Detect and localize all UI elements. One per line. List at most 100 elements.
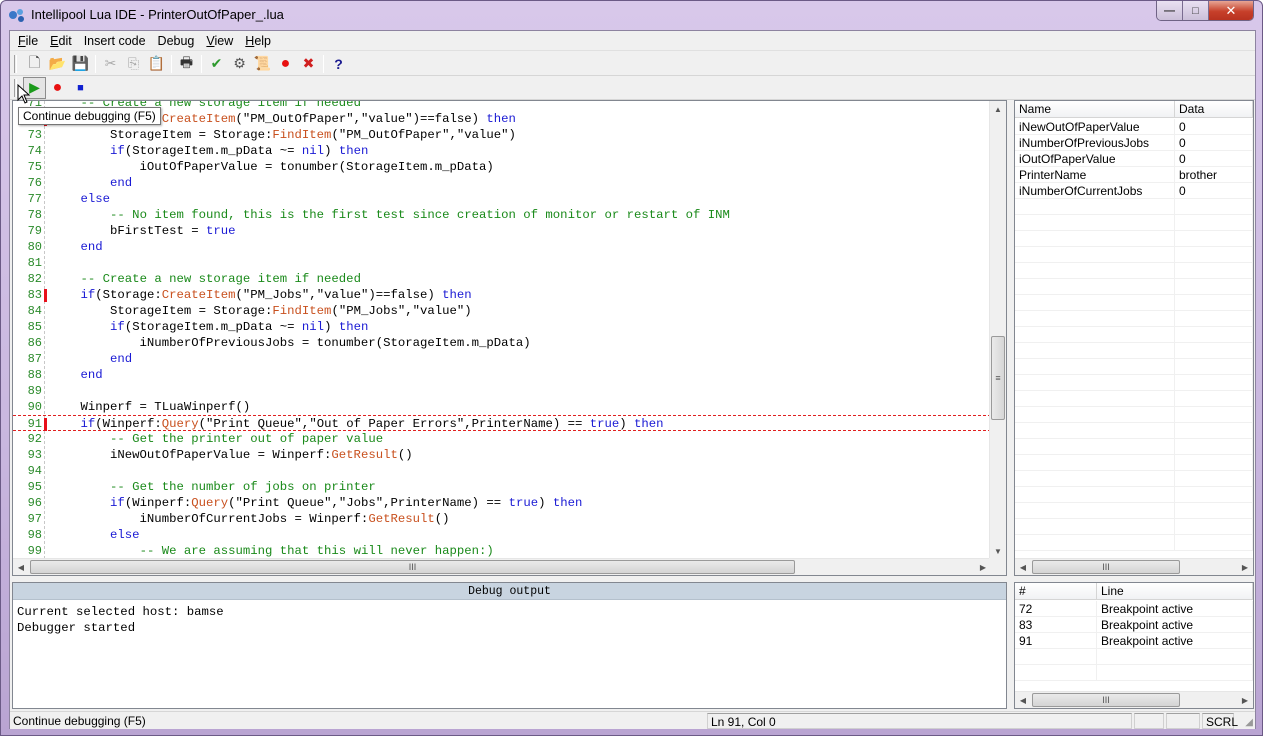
breakpoints-panel[interactable]: # Line 72 Breakpoint active 83 Breakpoint act…: [1014, 582, 1254, 709]
scroll-up-arrow-icon[interactable]: ▲: [990, 101, 1006, 117]
code-line[interactable]: 87 end: [13, 351, 991, 367]
scroll-right-arrow-icon[interactable]: ▶: [1237, 559, 1253, 575]
watch-row[interactable]: iNumberOfPreviousJobs 0: [1015, 135, 1253, 151]
maximize-button[interactable]: □: [1183, 1, 1209, 20]
copy-button[interactable]: ⎘: [122, 53, 145, 75]
code-line[interactable]: 80 end: [13, 239, 991, 255]
breakpoints-horizontal-scrollbar[interactable]: ◀ III ▶: [1015, 691, 1253, 708]
line-number: 97: [27, 512, 42, 526]
breakpoints-column-line[interactable]: Line: [1097, 583, 1253, 599]
minimize-button[interactable]: —: [1157, 1, 1183, 20]
code-line[interactable]: 83 if(Storage:CreateItem("PM_Jobs","valu…: [13, 287, 991, 303]
editor-vertical-scroll-thumb[interactable]: ≡: [991, 336, 1005, 420]
menu-edit[interactable]: Edit: [44, 31, 78, 51]
close-button[interactable]: ✕: [1209, 1, 1253, 20]
watch-cell: [1175, 215, 1253, 230]
code-line[interactable]: 84 StorageItem = Storage:FindItem("PM_Jo…: [13, 303, 991, 319]
watch-row: [1015, 215, 1253, 231]
editor-horizontal-scroll-thumb[interactable]: III: [30, 560, 795, 574]
code-line[interactable]: 99 -- We are assuming that this will nev…: [13, 543, 991, 559]
watch-row[interactable]: iNewOutOfPaperValue 0: [1015, 119, 1253, 135]
gear-button[interactable]: ⚙: [228, 53, 251, 75]
watch-row[interactable]: PrinterName brother: [1015, 167, 1253, 183]
watch-cell: [1015, 503, 1175, 518]
resize-grip-icon[interactable]: ◢: [1245, 717, 1253, 728]
code-line[interactable]: 77 else: [13, 191, 991, 207]
breakpoint-marker[interactable]: [44, 418, 47, 431]
scroll-left-arrow-icon[interactable]: ◀: [13, 559, 29, 575]
code-token: ): [324, 144, 339, 158]
code-line[interactable]: 81: [13, 255, 991, 271]
scroll-right-arrow-icon[interactable]: ▶: [1237, 692, 1253, 708]
script-button[interactable]: 📜: [251, 53, 274, 75]
stop-button[interactable]: ■: [69, 77, 92, 99]
paste-button[interactable]: 📋: [145, 53, 168, 75]
code-editor[interactable]: 71 -- Create a new storage item if neede…: [12, 100, 1007, 576]
watch-row[interactable]: iOutOfPaperValue 0: [1015, 151, 1253, 167]
breakpoint-marker[interactable]: [44, 289, 47, 302]
code-line[interactable]: 76 end: [13, 175, 991, 191]
app-logo-icon: [9, 9, 24, 22]
grip-icon: ≡: [995, 373, 1001, 383]
code-line[interactable]: 86 iNumberOfPreviousJobs = tonumber(Stor…: [13, 335, 991, 351]
code-line[interactable]: 79 bFirstTest = true: [13, 223, 991, 239]
code-line[interactable]: 91 if(Winperf:Query("Print Queue","Out o…: [13, 415, 991, 431]
new-file-button[interactable]: 🗋: [23, 53, 46, 75]
print-button[interactable]: 🖶: [175, 53, 198, 75]
breakpoints-horizontal-scroll-thumb[interactable]: III: [1032, 693, 1180, 707]
editor-vertical-scrollbar[interactable]: ▲ ≡ ▼: [989, 101, 1006, 559]
scroll-down-arrow-icon[interactable]: ▼: [990, 543, 1006, 559]
code-line[interactable]: 85 if(StorageItem.m_pData ~= nil) then: [13, 319, 991, 335]
code-line[interactable]: 96 if(Winperf:Query("Print Queue","Jobs"…: [13, 495, 991, 511]
save-button[interactable]: 💾: [69, 53, 92, 75]
watch-row[interactable]: iNumberOfCurrentJobs 0: [1015, 183, 1253, 199]
toolbar-grip[interactable]: [14, 54, 17, 73]
code-line[interactable]: 89: [13, 383, 991, 399]
menu-help[interactable]: Help: [239, 31, 277, 51]
code-line[interactable]: 75 iOutOfPaperValue = tonumber(StorageIt…: [13, 159, 991, 175]
code-token: (Winperf:: [95, 417, 162, 431]
menu-file[interactable]: File: [12, 31, 44, 51]
watch-column-data[interactable]: Data: [1175, 101, 1253, 117]
code-token: ): [619, 417, 635, 431]
watch-horizontal-scroll-thumb[interactable]: III: [1032, 560, 1180, 574]
code-line[interactable]: 90 Winperf = TLuaWinperf(): [13, 399, 991, 415]
code-line[interactable]: 74 if(StorageItem.m_pData ~= nil) then: [13, 143, 991, 159]
code-token: else: [110, 528, 140, 542]
help-button[interactable]: ?: [327, 53, 350, 75]
breakpoint-button[interactable]: ●: [274, 53, 297, 75]
breakpoints-row[interactable]: 91 Breakpoint active: [1015, 633, 1253, 649]
watch-column-name[interactable]: Name: [1015, 101, 1175, 117]
breakpoints-row[interactable]: 83 Breakpoint active: [1015, 617, 1253, 633]
code-line[interactable]: 93 iNewOutOfPaperValue = Winperf:GetResu…: [13, 447, 991, 463]
code-line[interactable]: 73 StorageItem = Storage:FindItem("PM_Ou…: [13, 127, 991, 143]
code-line[interactable]: 78 -- No item found, this is the first t…: [13, 207, 991, 223]
breakpoint-button[interactable]: ●: [46, 77, 69, 99]
watch-row: [1015, 535, 1253, 551]
code-line[interactable]: 82 -- Create a new storage item if neede…: [13, 271, 991, 287]
code-line[interactable]: 97 iNumberOfCurrentJobs = Winperf:GetRes…: [13, 511, 991, 527]
open-folder-button[interactable]: 📂: [46, 53, 69, 75]
code-token: if: [110, 320, 125, 334]
menu-view[interactable]: View: [200, 31, 239, 51]
scroll-left-arrow-icon[interactable]: ◀: [1015, 692, 1031, 708]
code-line[interactable]: 95 -- Get the number of jobs on printer: [13, 479, 991, 495]
breakpoints-column-number[interactable]: #: [1015, 583, 1097, 599]
menu-label-rest: iew: [214, 33, 234, 48]
editor-horizontal-scrollbar[interactable]: ◀ III ▶: [13, 558, 991, 575]
menu-insert-code[interactable]: Insert code: [78, 31, 152, 51]
code-line[interactable]: 88 end: [13, 367, 991, 383]
code-line[interactable]: 92 -- Get the printer out of paper value: [13, 431, 991, 447]
code-area[interactable]: 71 -- Create a new storage item if neede…: [13, 101, 991, 559]
clear-breakpoints-button[interactable]: ✖: [297, 53, 320, 75]
breakpoints-row[interactable]: 72 Breakpoint active: [1015, 601, 1253, 617]
watch-panel[interactable]: Name Data iNewOutOfPaperValue 0 iNumberOfPre…: [1014, 100, 1254, 576]
cut-button[interactable]: ✂: [99, 53, 122, 75]
code-line[interactable]: 94: [13, 463, 991, 479]
code-line[interactable]: 98 else: [13, 527, 991, 543]
scroll-left-arrow-icon[interactable]: ◀: [1015, 559, 1031, 575]
code-token: CreateItem: [161, 288, 236, 302]
menu-debug[interactable]: Debug: [152, 31, 201, 51]
watch-horizontal-scrollbar[interactable]: ◀ III ▶: [1015, 558, 1253, 575]
check-syntax-button[interactable]: ✔: [205, 53, 228, 75]
